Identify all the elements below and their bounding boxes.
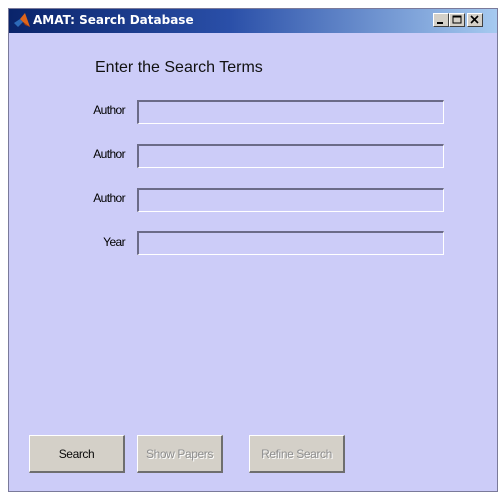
maximize-icon <box>452 15 462 24</box>
minimize-icon <box>437 22 443 24</box>
author-2-input[interactable] <box>137 144 444 168</box>
search-button[interactable]: Search <box>29 435 125 473</box>
matlab-logo-icon[interactable] <box>13 12 31 30</box>
author-2-label: Author <box>93 147 125 161</box>
close-button[interactable] <box>467 13 483 27</box>
window-title: AMAT: Search Database <box>33 13 194 27</box>
year-label: Year <box>103 235 125 249</box>
year-input[interactable] <box>137 231 444 255</box>
maximize-button[interactable] <box>449 13 465 27</box>
show-papers-button[interactable]: Show Papers <box>137 435 223 473</box>
author-3-input[interactable] <box>137 188 444 212</box>
search-database-window: AMAT: Search Database Enter the Search T… <box>8 8 498 492</box>
author-1-label: Author <box>93 103 125 117</box>
author-1-input[interactable] <box>137 100 444 124</box>
minimize-button[interactable] <box>433 13 449 27</box>
close-icon <box>470 15 479 24</box>
form-heading: Enter the Search Terms <box>95 59 263 76</box>
refine-search-button[interactable]: Refine Search <box>249 435 345 473</box>
title-bar[interactable]: AMAT: Search Database <box>9 9 497 33</box>
author-3-label: Author <box>93 191 125 205</box>
